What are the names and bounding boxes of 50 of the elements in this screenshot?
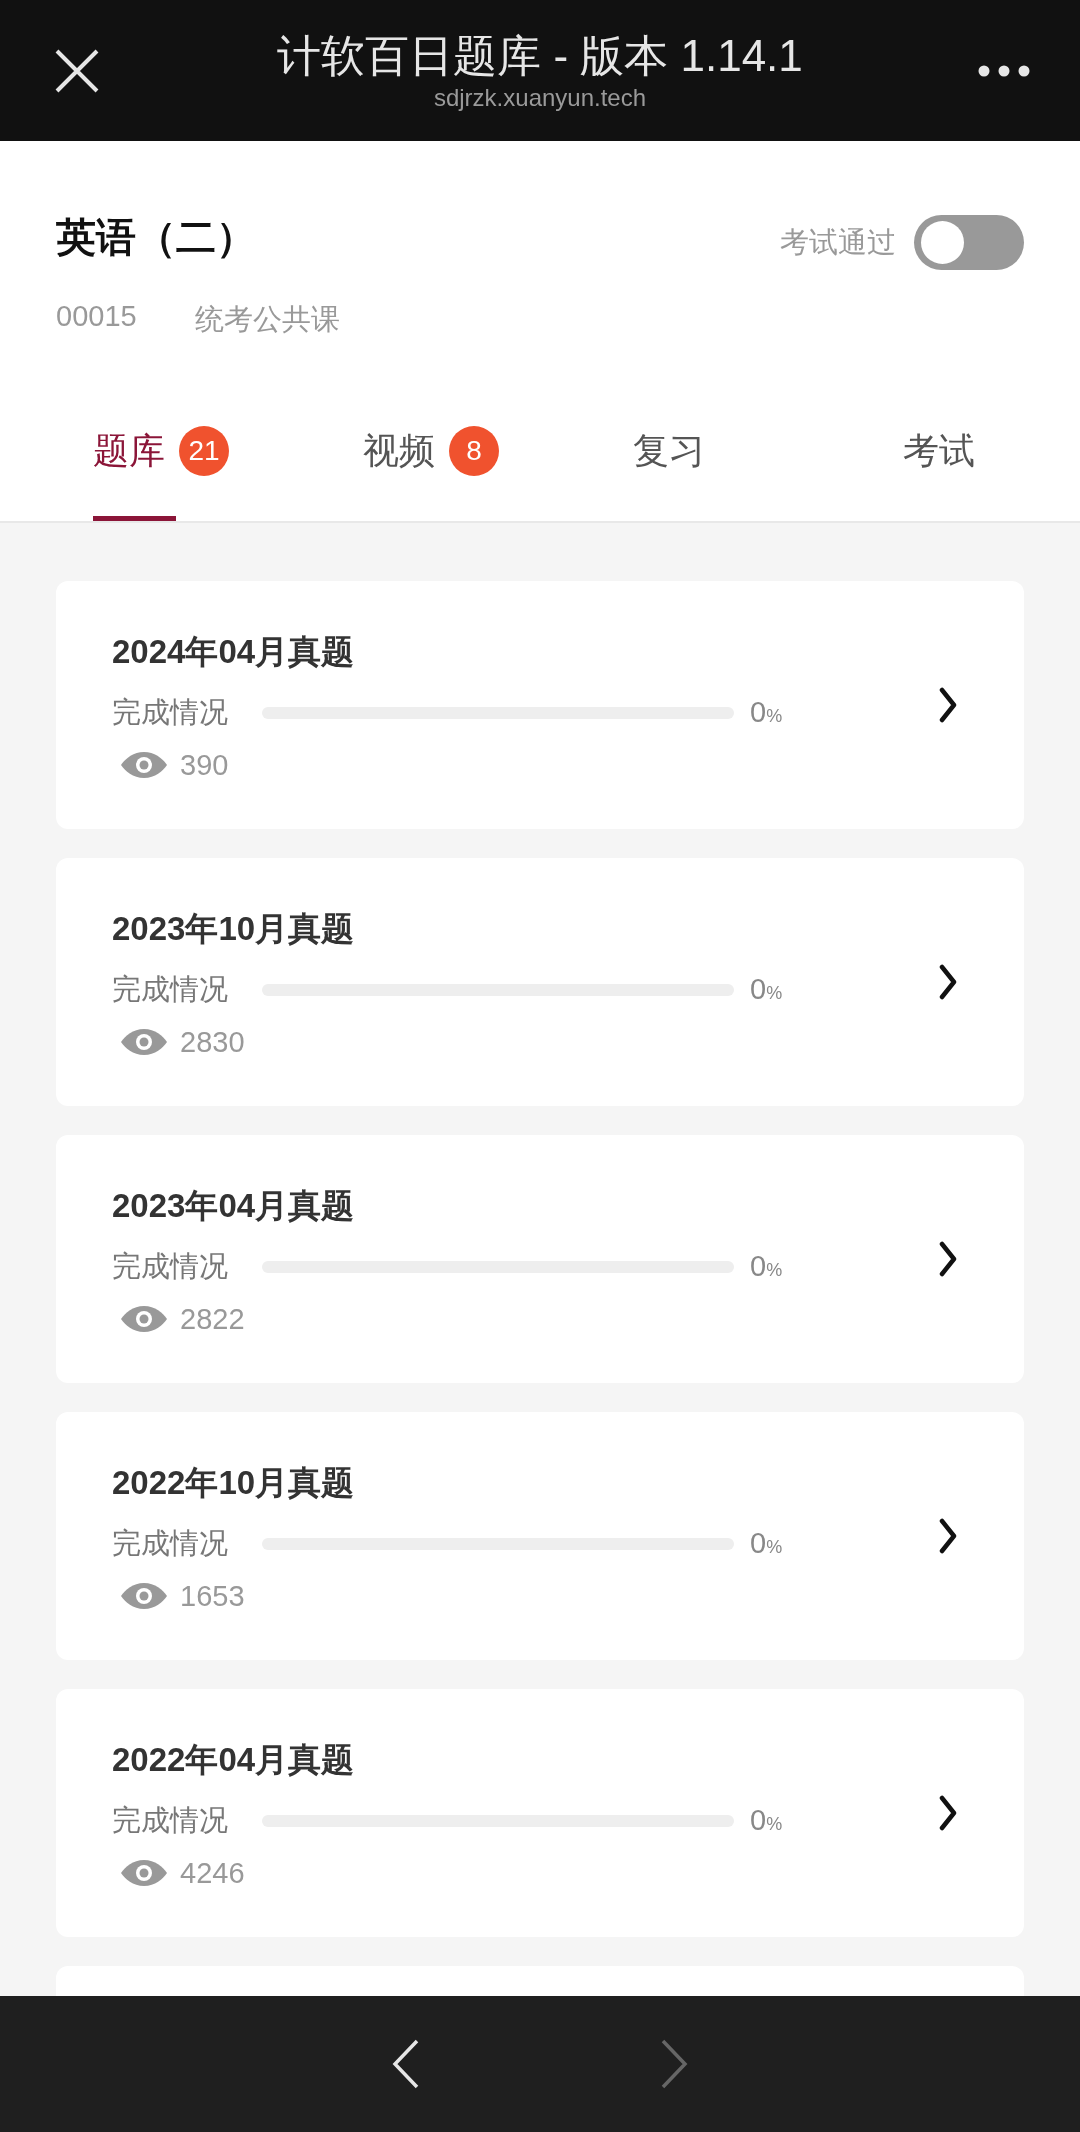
chevron-right-icon[interactable] [938, 1241, 958, 1277]
progress-percent: 0% [750, 973, 783, 1006]
paper-title: 2023年04月真题 [112, 1185, 356, 1226]
progress-label: 完成情况 [112, 1248, 229, 1284]
view-count: 390 [180, 748, 229, 782]
tab[interactable]: 题库 21 [93, 361, 229, 521]
paper-title: 2024年04月真题 [112, 631, 356, 672]
chevron-right-icon[interactable] [938, 1795, 958, 1831]
progress-percent: 0% [750, 1804, 783, 1837]
paper-title: 2023年10月真题 [112, 908, 356, 949]
progress-percent: 0% [750, 1250, 783, 1283]
view-count: 2822 [180, 1302, 245, 1336]
chevron-right-icon[interactable] [938, 964, 958, 1000]
eye-icon [120, 1582, 168, 1610]
view-count: 4246 [180, 1856, 245, 1890]
passed-label: 考试通过 [780, 224, 896, 260]
window-title: 计软百日题库 - 版本 1.14.1 [277, 29, 803, 82]
tab[interactable]: 考试 [903, 361, 975, 521]
paper-card[interactable]: 2022年10月真题 完成情况 0% 1653 [56, 1412, 1024, 1660]
course-title: 英语（二） [56, 213, 256, 261]
tab[interactable]: 复习 [633, 361, 705, 521]
view-count: 2830 [180, 1025, 245, 1059]
back-icon[interactable] [392, 2039, 420, 2089]
eye-icon [120, 751, 168, 779]
page-url: sdjrzk.xuanyun.tech [433, 82, 647, 113]
tab[interactable]: 视频 8 [363, 361, 499, 521]
progress-label: 完成情况 [112, 971, 229, 1007]
count-badge: 21 [179, 426, 229, 476]
passed-toggle[interactable] [914, 215, 1024, 270]
more-icon[interactable] [978, 64, 1030, 77]
chevron-right-icon[interactable] [938, 1518, 958, 1554]
course-category: 统考公共课 [194, 302, 340, 337]
eye-icon [120, 1859, 168, 1887]
progress-percent: 0% [750, 696, 783, 729]
eye-icon [120, 1305, 168, 1333]
paper-card[interactable]: 2023年10月真题 完成情况 0% 2830 [56, 858, 1024, 1106]
eye-icon [120, 1028, 168, 1056]
progress-label: 完成情况 [112, 1802, 229, 1838]
view-count: 1653 [180, 1579, 245, 1613]
progress-percent: 0% [750, 1527, 783, 1560]
chevron-right-icon[interactable] [938, 687, 958, 723]
course-code: 00015 [56, 300, 137, 334]
progress-label: 完成情况 [112, 694, 229, 730]
progress-label: 完成情况 [112, 1525, 229, 1561]
paper-card[interactable]: 2023年04月真题 完成情况 0% 2822 [56, 1135, 1024, 1383]
paper-title: 2022年04月真题 [112, 1739, 356, 1780]
paper-title: 2022年10月真题 [112, 1462, 356, 1503]
paper-card[interactable]: 2022年04月真题 完成情况 0% 4246 [56, 1689, 1024, 1937]
count-badge: 8 [449, 426, 499, 476]
paper-card[interactable]: 2024年04月真题 完成情况 0% 390 [56, 581, 1024, 829]
